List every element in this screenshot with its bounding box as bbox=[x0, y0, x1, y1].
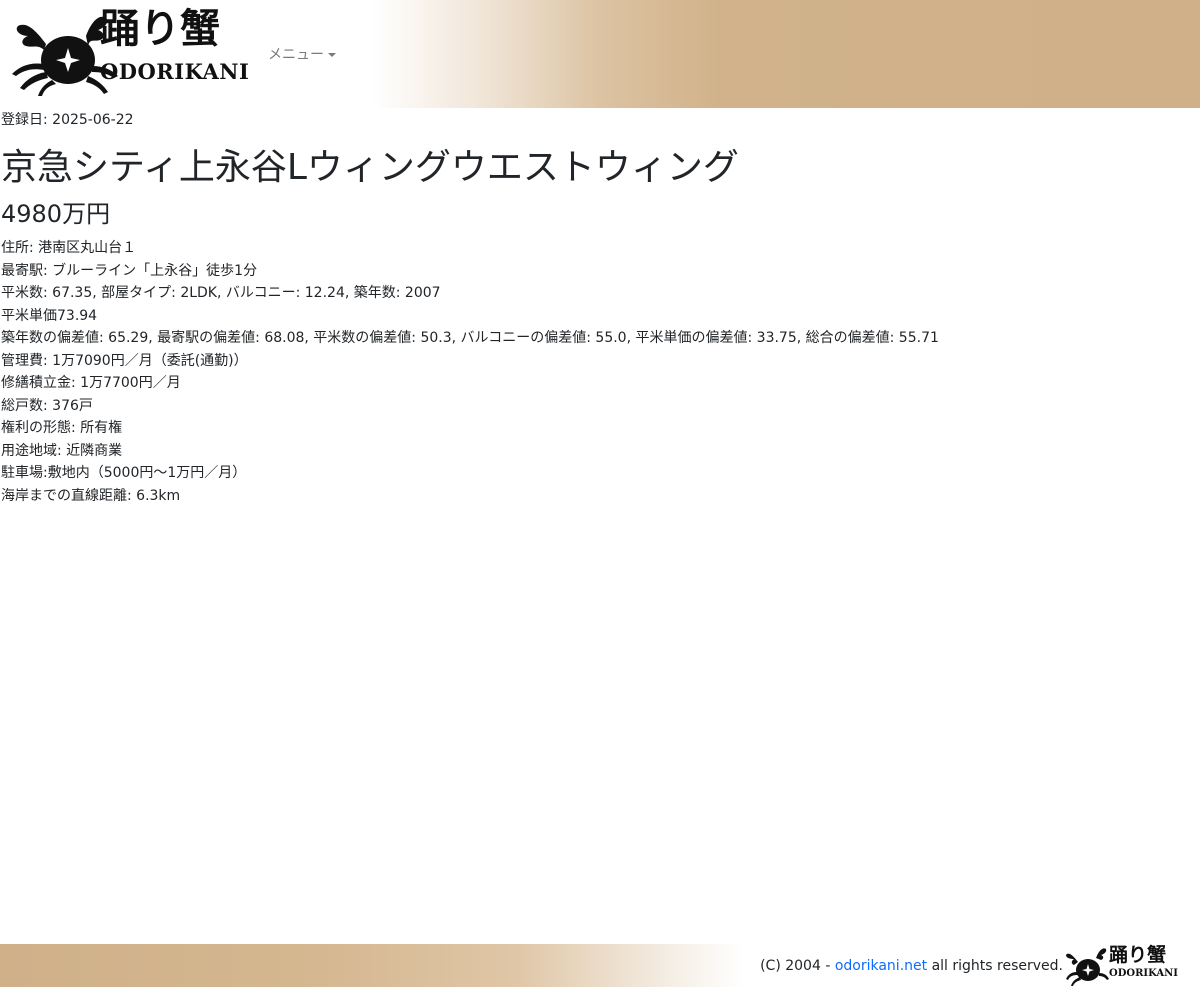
detail-nearest-station: 最寄駅: ブルーライン「上永谷」徒歩1分 bbox=[1, 262, 258, 279]
footer-logo-jp: 踊り蟹 bbox=[1109, 944, 1167, 966]
footer-logo-en: ODORIKANI bbox=[1109, 968, 1178, 979]
menu-label: メニュー bbox=[268, 47, 324, 63]
detail-unit-price: 平米単価73.94 bbox=[1, 307, 98, 324]
detail-deviation-scores: 築年数の偏差値: 65.29, 最寄駅の偏差値: 68.08, 平米数の偏差値:… bbox=[1, 330, 939, 346]
logo-en-text: ODORIKANI bbox=[100, 59, 250, 84]
detail-coast-distance: 海岸までの直線距離: 6.3km bbox=[1, 487, 181, 504]
site-footer: (C) 2004 - odorikani.net all rights rese… bbox=[0, 944, 1200, 987]
copyright-prefix: (C) 2004 - bbox=[760, 958, 831, 974]
property-price: 4980万円 bbox=[1, 200, 111, 228]
detail-repair-reserve: 修繕積立金: 1万7700円／月 bbox=[1, 375, 181, 391]
detail-area-layout: 平米数: 67.35, 部屋タイプ: 2LDK, バルコニー: 12.24, 築… bbox=[1, 285, 441, 301]
site-link[interactable]: odorikani.net bbox=[835, 958, 927, 974]
detail-total-units: 総戸数: 376戸 bbox=[1, 397, 93, 414]
copyright-text: (C) 2004 - odorikani.net all rights rese… bbox=[760, 957, 1063, 975]
detail-parking: 駐車場:敷地内（5000円～1万円／月） bbox=[1, 465, 247, 481]
detail-ownership: 権利の形態: 所有権 bbox=[1, 420, 123, 436]
logo-jp-text: 踊り蟹 bbox=[100, 5, 220, 52]
copyright-suffix: all rights reserved. bbox=[931, 958, 1063, 974]
property-details: 住所: 港南区丸山台１ 最寄駅: ブルーライン「上永谷」徒歩1分 平米数: 67… bbox=[1, 237, 939, 507]
detail-zoning: 用途地域: 近隣商業 bbox=[1, 442, 123, 459]
caret-down-icon bbox=[328, 53, 336, 57]
site-header: 踊り蟹 ODORIKANI メニュー bbox=[0, 0, 1200, 108]
site-logo[interactable]: 踊り蟹 ODORIKANI bbox=[8, 5, 250, 98]
footer-logo[interactable]: 踊り蟹 ODORIKANI bbox=[1066, 944, 1188, 987]
property-title: 京急シティ上永谷Lウィングウエストウィング bbox=[1, 147, 739, 188]
detail-management-fee: 管理費: 1万7090円／月（委託(通勤)） bbox=[1, 352, 248, 369]
registration-date: 登録日: 2025-06-22 bbox=[1, 112, 134, 128]
menu-dropdown-toggle[interactable]: メニュー bbox=[268, 44, 336, 64]
detail-address: 住所: 港南区丸山台１ bbox=[1, 240, 137, 256]
